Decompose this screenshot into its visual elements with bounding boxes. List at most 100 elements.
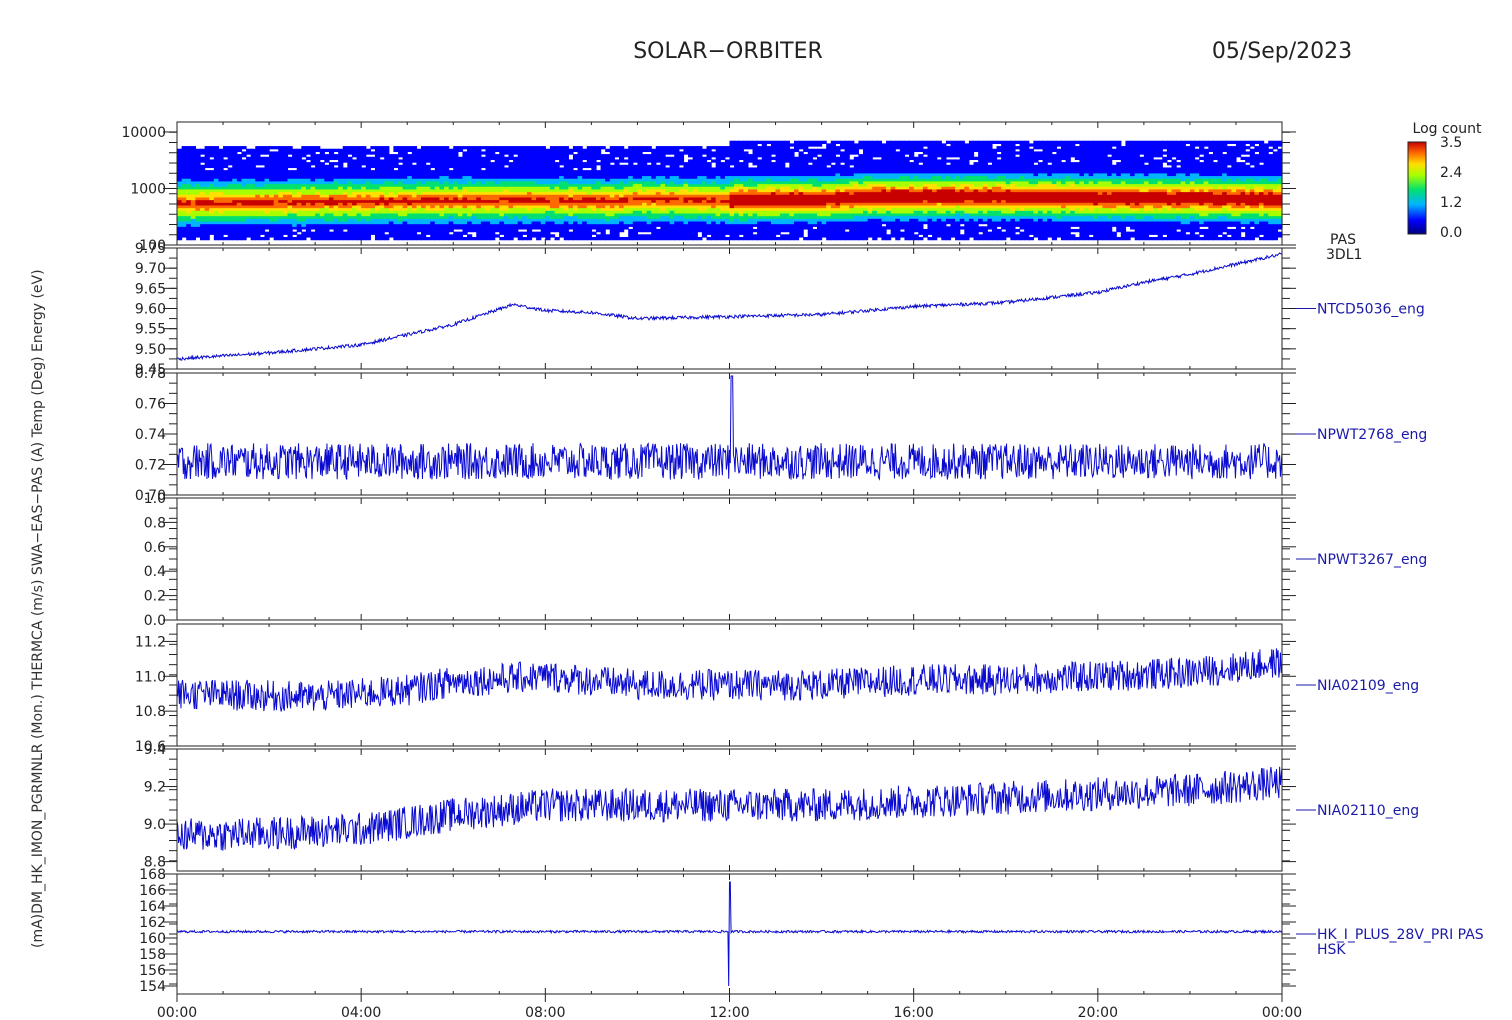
spectrogram-cell	[642, 154, 648, 158]
spectrogram-cell	[614, 146, 620, 150]
spectrogram-cell	[259, 236, 266, 241]
spectrogram-cell	[757, 140, 763, 144]
spectrogram-cell	[361, 167, 367, 171]
spectrogram-cell	[821, 140, 827, 144]
spectrogram-cell	[503, 146, 510, 150]
spectrogram-cell	[559, 146, 565, 150]
spectrogram-cell	[752, 234, 758, 238]
date-title: 05/Sep/2023	[1212, 39, 1352, 64]
spectrogram-cell	[315, 146, 321, 150]
spectrogram-cell	[591, 236, 597, 241]
spectrogram-cell	[287, 146, 293, 150]
spectrogram-cell	[246, 156, 252, 161]
spectrogram-cell	[711, 167, 717, 171]
spectrogram-cell	[826, 167, 832, 171]
spectrogram-cell	[393, 154, 399, 158]
spectrogram-cell	[250, 148, 256, 153]
spectrogram-cell	[490, 162, 496, 166]
spectrogram-cell	[821, 148, 827, 153]
spectrogram-cell	[738, 140, 744, 144]
spectrogram-cell	[605, 154, 611, 158]
spectrogram-cell	[840, 164, 846, 169]
spectrogram-cell	[665, 167, 671, 171]
spectrogram-cell	[522, 231, 528, 235]
spectrogram-cell	[190, 146, 197, 150]
panels-group: 1000010001009.759.709.659.609.559.509.45…	[121, 121, 1484, 995]
spectrogram-cell	[402, 146, 408, 150]
spectrogram-cell	[310, 167, 316, 171]
spectrogram-cell	[467, 234, 473, 238]
spectrogram-cell	[655, 146, 662, 150]
spectrogram-cell	[370, 156, 376, 161]
spectrogram-cell	[789, 143, 795, 147]
spectrogram-cell	[236, 146, 243, 150]
spectrogram-cell	[209, 170, 215, 174]
spectrogram-cell	[370, 170, 376, 174]
spectrogram-cell	[181, 146, 187, 150]
spectrogram-cell	[793, 140, 800, 144]
spectrogram-cell	[379, 159, 385, 163]
spectrogram-cell	[807, 140, 813, 144]
spectrogram-cell	[177, 148, 183, 153]
spectrogram-cell	[683, 146, 689, 150]
spectrogram-cell	[453, 231, 459, 235]
spectrogram-cell	[619, 146, 625, 150]
spectrogram-cell	[301, 231, 307, 235]
spectrogram-cell	[209, 159, 215, 163]
spectrogram-cell	[319, 162, 325, 166]
spectrogram-cell	[324, 148, 330, 153]
spectrogram-cell	[711, 146, 717, 150]
spectrogram-cell	[665, 156, 671, 161]
spectrogram-cell	[434, 146, 441, 150]
spectrogram-cell	[720, 146, 726, 150]
spectrogram-cell	[448, 170, 454, 174]
spectrogram-cell	[840, 140, 846, 144]
spectrogram-cell	[729, 140, 735, 144]
spectrogram-cell	[503, 167, 510, 171]
spectrogram-cell	[655, 228, 662, 233]
spectrogram-cell	[720, 162, 726, 166]
spectrogram-cell	[347, 146, 353, 150]
spectrogram-cell	[522, 236, 528, 241]
spectrogram-cell	[259, 156, 266, 161]
spectrogram-cell	[407, 146, 413, 150]
spectrogram-cell	[513, 146, 519, 150]
spectrogram-cell	[476, 146, 482, 150]
spectrogram-cell	[706, 162, 712, 166]
spectrogram-cell	[425, 236, 431, 241]
spectrogram-cell	[734, 140, 740, 144]
spectrogram-cell	[600, 154, 606, 158]
spectrogram-cell	[591, 231, 597, 235]
spectrogram-cell	[480, 146, 487, 150]
spectrogram-cell	[632, 164, 639, 169]
spectrogram-cell	[223, 159, 229, 163]
spectrogram-cell	[411, 146, 418, 150]
spectrogram-cell	[816, 148, 823, 153]
spectrogram-cell	[582, 170, 588, 174]
spectrogram-cell	[623, 159, 629, 163]
spectrogram-cell	[342, 231, 348, 235]
spectrogram-cell	[688, 146, 694, 150]
spectrogram-cell	[328, 162, 335, 166]
spectrogram-cell	[296, 148, 302, 153]
spectrogram-cell	[471, 146, 477, 150]
spectrogram-cell	[241, 159, 247, 163]
spectrogram-cell	[425, 146, 431, 150]
spectrogram-cell	[430, 170, 436, 174]
spectrogram-cell	[812, 140, 818, 144]
spectrogram-cell	[554, 162, 560, 166]
spectrogram-cell	[430, 146, 436, 150]
spectrogram-cell	[292, 231, 298, 235]
spectrogram-cell	[287, 156, 293, 161]
spectrogram-cell	[223, 146, 229, 150]
spectrogram-cell	[462, 146, 468, 150]
spectrogram-cell	[536, 231, 542, 235]
spectrogram-cell	[692, 146, 698, 150]
spectrogram-cell	[315, 154, 321, 158]
spectrogram-cell	[784, 234, 790, 238]
spectrogram-cell	[568, 159, 574, 163]
spectrogram-cell	[310, 231, 316, 235]
spectrogram-cell	[711, 159, 717, 163]
spectrogram-cell	[816, 156, 823, 161]
spectrogram-cell	[370, 146, 376, 150]
